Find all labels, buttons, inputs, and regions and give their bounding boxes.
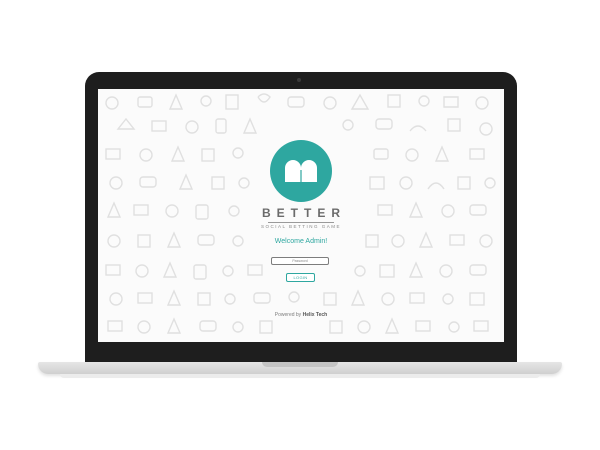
powered-by-footer: Powered by Helix Tech	[98, 312, 504, 318]
camera-icon	[297, 78, 301, 82]
powered-by-label: Powered by	[274, 312, 302, 318]
brand-divider	[268, 222, 334, 223]
laptop-mockup: BETTER SOCIAL BETTING GAME Welcome Admin…	[0, 0, 600, 450]
brand-tagline: SOCIAL BETTING GAME	[260, 224, 342, 229]
b-logo-icon	[270, 140, 332, 202]
laptop-notch	[262, 362, 338, 367]
laptop-base-shadow	[60, 374, 540, 378]
welcome-message: Welcome Admin!	[274, 238, 328, 245]
login-screen: BETTER SOCIAL BETTING GAME Welcome Admin…	[98, 89, 504, 342]
brand-name: BETTER	[262, 206, 346, 220]
company-name: Helix Tech	[302, 312, 328, 318]
laptop-chin	[85, 342, 517, 364]
password-field[interactable]	[271, 257, 329, 265]
login-button[interactable]: LOGIN	[286, 273, 315, 282]
